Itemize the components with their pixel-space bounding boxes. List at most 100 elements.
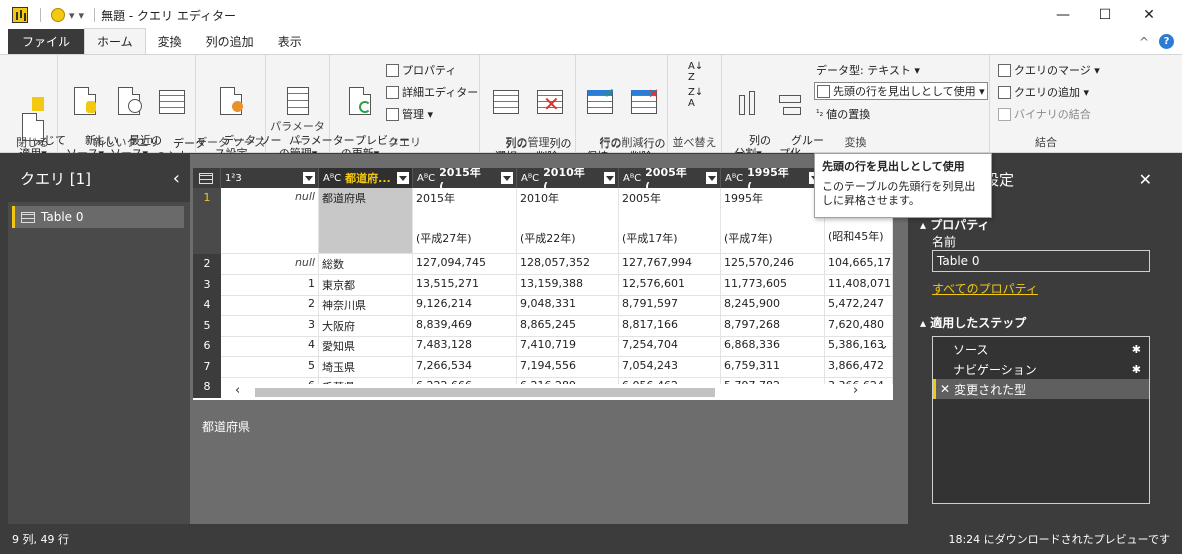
table-cell[interactable]: 7,266,534 bbox=[413, 356, 517, 378]
collapse-pane-icon[interactable]: ‹ bbox=[173, 168, 180, 189]
table-cell[interactable]: 9,048,331 bbox=[517, 295, 619, 316]
table-cell[interactable]: 13,159,388 bbox=[517, 274, 619, 296]
row-number[interactable]: 3 bbox=[193, 274, 221, 296]
table-cell[interactable]: 8,245,900 bbox=[721, 295, 825, 316]
scroll-right-arrow[interactable]: › bbox=[853, 383, 858, 398]
table-cell[interactable]: 5 bbox=[221, 356, 319, 378]
column-header[interactable]: AᴮC 1995年 (... bbox=[721, 168, 825, 193]
table-cell[interactable]: 6,868,336 bbox=[721, 336, 825, 357]
row-number[interactable]: 7 bbox=[193, 356, 221, 378]
table-cell[interactable]: 9,126,214 bbox=[413, 295, 517, 316]
gear-icon[interactable]: ✱ bbox=[1132, 363, 1141, 376]
table-cell[interactable]: 東京都 bbox=[319, 274, 413, 296]
scroll-left-arrow[interactable]: ‹ bbox=[235, 383, 240, 398]
gear-icon[interactable]: ✱ bbox=[1132, 343, 1141, 356]
table-cell[interactable]: 1 bbox=[221, 274, 319, 296]
table-cell[interactable]: 埼玉県 bbox=[319, 356, 413, 378]
table-cell[interactable]: 127,094,745 bbox=[413, 254, 517, 275]
table-cell[interactable]: null bbox=[221, 188, 319, 254]
table-cell[interactable]: 2015年 (平成27年) bbox=[413, 188, 517, 254]
advanced-editor-button[interactable]: 詳細エディター bbox=[386, 83, 478, 101]
properties-button[interactable]: プロパティ bbox=[386, 61, 456, 79]
table-cell[interactable]: 13,515,271 bbox=[413, 274, 517, 296]
all-properties-link[interactable]: すべてのプロパティ bbox=[932, 280, 1038, 297]
scroll-down-arrow[interactable]: ⌄ bbox=[878, 338, 889, 353]
close-icon[interactable]: ✕ bbox=[1139, 170, 1152, 189]
column-header-selected[interactable]: AᴮC 都道府... bbox=[319, 168, 413, 188]
sort-ascending-button[interactable]: A↓ Z bbox=[688, 61, 703, 83]
column-header[interactable]: 1²3 bbox=[221, 168, 319, 188]
column-header[interactable]: AᴮC 2015年 (... bbox=[413, 168, 517, 193]
table-cell[interactable]: 127,767,994 bbox=[619, 254, 721, 275]
tab-home[interactable]: ホーム bbox=[84, 28, 146, 54]
row-number[interactable]: 2 bbox=[193, 254, 221, 275]
table-cell[interactable]: 7,620,480 bbox=[825, 315, 893, 337]
use-first-row-as-headers-button[interactable]: 先頭の行を見出しとして使用 ▾ bbox=[814, 82, 988, 100]
chevron-down-icon[interactable]: ▾ bbox=[69, 9, 75, 22]
merge-queries-button[interactable]: クエリのマージ ▾ bbox=[998, 61, 1100, 79]
customize-qat-icon[interactable]: ▾ bbox=[79, 9, 85, 22]
tab-transform[interactable]: 変換 bbox=[146, 29, 194, 54]
table-cell[interactable]: 7,054,243 bbox=[619, 356, 721, 378]
tab-add-column[interactable]: 列の追加 bbox=[194, 29, 266, 54]
table-cell[interactable]: 7,254,704 bbox=[619, 336, 721, 357]
table-cell[interactable]: 総数 bbox=[319, 254, 413, 275]
table-cell[interactable]: null bbox=[221, 254, 319, 275]
tab-file[interactable]: ファイル bbox=[8, 29, 85, 54]
table-cell[interactable]: 2005年 (平成17年) bbox=[619, 188, 721, 254]
query-name-input[interactable]: Table 0 bbox=[932, 250, 1150, 272]
row-number[interactable]: 5 bbox=[193, 315, 221, 337]
sort-descending-button[interactable]: Z↓ A bbox=[688, 87, 703, 109]
table-cell[interactable]: 11,408,071 bbox=[825, 274, 893, 296]
column-filter-icon[interactable] bbox=[501, 172, 513, 184]
properties-section-header[interactable]: ▴ プロパティ bbox=[920, 216, 989, 233]
applied-step-changed-type[interactable]: ✕ 変更された型 bbox=[933, 379, 1149, 399]
table-cell[interactable]: 愛知県 bbox=[319, 336, 413, 357]
help-icon[interactable]: ? bbox=[1159, 34, 1174, 49]
row-number[interactable]: 8 bbox=[193, 377, 221, 398]
tab-view[interactable]: 表示 bbox=[266, 29, 314, 54]
row-number[interactable]: 6 bbox=[193, 336, 221, 357]
table-cell[interactable]: 7,410,719 bbox=[517, 336, 619, 357]
close-button[interactable]: ✕ bbox=[1126, 0, 1172, 30]
table-cell[interactable]: 8,797,268 bbox=[721, 315, 825, 337]
table-cell[interactable]: 8,839,469 bbox=[413, 315, 517, 337]
table-cell[interactable]: 8,865,245 bbox=[517, 315, 619, 337]
row-number[interactable]: 4 bbox=[193, 295, 221, 316]
column-filter-icon[interactable] bbox=[705, 172, 717, 184]
table-cell[interactable]: 7,483,128 bbox=[413, 336, 517, 357]
table-cell[interactable]: 2010年 (平成22年) bbox=[517, 188, 619, 254]
maximize-button[interactable]: ☐ bbox=[1082, 0, 1128, 30]
table-cell[interactable]: 104,665,171 bbox=[825, 254, 893, 275]
replace-values-button[interactable]: ¹₂ 値の置換 bbox=[816, 105, 870, 123]
table-cell-selected[interactable]: 都道府県 bbox=[319, 188, 413, 254]
delete-step-icon[interactable]: ✕ bbox=[940, 382, 950, 396]
table-cell[interactable]: 4 bbox=[221, 336, 319, 357]
table-cell[interactable]: 2 bbox=[221, 295, 319, 316]
append-queries-button[interactable]: クエリの追加 ▾ bbox=[998, 83, 1089, 101]
collapse-ribbon-icon[interactable]: ^ bbox=[1139, 35, 1149, 49]
manage-button[interactable]: 管理 ▾ bbox=[386, 105, 433, 123]
table-cell[interactable]: 神奈川県 bbox=[319, 295, 413, 316]
table-cell[interactable]: 8,791,597 bbox=[619, 295, 721, 316]
table-cell[interactable]: 125,570,246 bbox=[721, 254, 825, 275]
table-cell[interactable]: 12,576,601 bbox=[619, 274, 721, 296]
table-cell[interactable]: 11,773,605 bbox=[721, 274, 825, 296]
feedback-smiley-icon[interactable] bbox=[51, 8, 65, 22]
table-cell[interactable]: 5,472,247 bbox=[825, 295, 893, 316]
table-cell[interactable]: 大阪府 bbox=[319, 315, 413, 337]
column-filter-icon[interactable] bbox=[603, 172, 615, 184]
table-cell[interactable]: 128,057,352 bbox=[517, 254, 619, 275]
table-cell[interactable]: 6,759,311 bbox=[721, 356, 825, 378]
table-cell[interactable]: 8,817,166 bbox=[619, 315, 721, 337]
applied-steps-header[interactable]: ▴ 適用したステップ bbox=[920, 314, 1026, 331]
horizontal-scrollbar[interactable]: ‹ › bbox=[221, 383, 893, 400]
minimize-button[interactable]: — bbox=[1040, 0, 1086, 30]
column-filter-icon[interactable] bbox=[397, 172, 409, 184]
combine-binaries-button[interactable]: バイナリの結合 bbox=[998, 105, 1091, 123]
column-filter-icon[interactable] bbox=[303, 172, 315, 184]
data-type-dropdown[interactable]: データ型: テキスト ▾ bbox=[816, 61, 920, 79]
table-cell[interactable]: 7,194,556 bbox=[517, 356, 619, 378]
table-cell[interactable]: 3 bbox=[221, 315, 319, 337]
horizontal-scrollbar-thumb[interactable] bbox=[255, 388, 715, 397]
